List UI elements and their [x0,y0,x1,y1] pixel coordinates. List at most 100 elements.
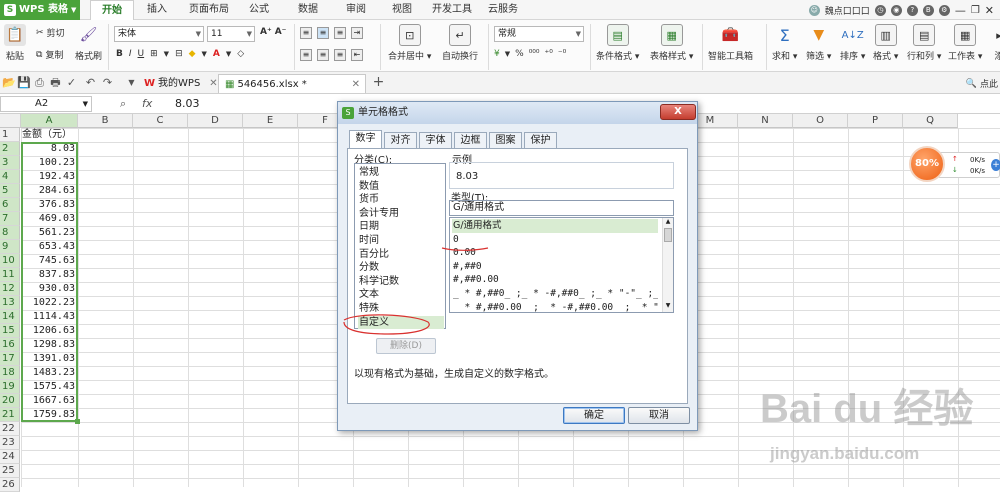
tab-developer[interactable]: 开发工具 [432,0,472,20]
new-tab-icon[interactable]: + [372,75,385,89]
print-icon[interactable]: 🖶 [49,76,62,89]
decrease-decimal-icon[interactable]: ⁻⁰ [558,49,566,59]
column-header-c[interactable]: C [133,114,188,128]
chevron-down-icon[interactable]: ▼ [505,50,510,58]
thousands-icon[interactable]: ⁰⁰⁰ [529,49,540,59]
tab-review[interactable]: 审阅 [346,0,366,20]
tab-page-layout[interactable]: 页面布局 [189,0,229,20]
row-header-22[interactable]: 22 [0,422,20,436]
column-header-d[interactable]: D [188,114,243,128]
table-cell[interactable]: 1575.43 [21,380,77,394]
memory-usage-ball[interactable]: 80% [909,146,945,182]
copy-button[interactable]: ⧉ 复制 [36,48,63,62]
table-cell[interactable]: 1206.63 [21,324,77,338]
table-cell[interactable]: 561.23 [21,226,77,240]
app-menu-button[interactable]: S WPS 表格 ▼ [0,0,80,20]
table-cell[interactable]: 1667.63 [21,394,77,408]
user-name[interactable]: 魏点口口口 [825,4,870,17]
doc-tab-my-wps[interactable]: W 我的WPS ✕ [138,74,224,93]
table-cell[interactable]: 284.63 [21,184,77,198]
sum-button[interactable]: Σ 求和 ▾ [772,24,797,63]
align-top-icon[interactable]: ≡ [300,27,312,39]
table-cell[interactable]: 1759.83 [21,408,77,422]
number-format-select[interactable]: 常规 ▼ [494,26,584,42]
table-cell[interactable]: 1114.43 [21,310,77,324]
close-tab-icon[interactable]: ✕ [352,75,360,94]
column-header-p[interactable]: P [848,114,903,128]
open-folder-icon[interactable]: 📂 [2,76,16,89]
avatar[interactable]: ☺ [808,4,820,16]
row-header-7[interactable]: 7 [0,212,20,226]
column-header-n[interactable]: N [738,114,793,128]
row-header-4[interactable]: 4 [0,170,20,184]
table-cell[interactable]: 930.03 [21,282,77,296]
chevron-down-icon[interactable]: ▼ [202,50,207,58]
table-cell[interactable]: 192.43 [21,170,77,184]
row-header-26[interactable]: 26 [0,478,20,492]
row-header-8[interactable]: 8 [0,226,20,240]
bold-icon[interactable]: B [116,49,123,59]
tab-data[interactable]: 数据 [298,0,318,20]
underline-icon[interactable]: U [138,49,145,59]
row-header-12[interactable]: 12 [0,282,20,296]
table-cell[interactable]: 837.83 [21,268,77,282]
chevron-down-icon[interactable]: ▼ [125,76,138,89]
row-header-11[interactable]: 11 [0,268,20,282]
row-header-19[interactable]: 19 [0,380,20,394]
clear-icon[interactable]: ◇ [237,49,244,59]
tab-view[interactable]: 视图 [392,0,412,20]
indent-icon[interactable]: ⇥ [351,27,363,39]
font-size-select[interactable]: 11 ▼ [207,26,255,42]
redo-icon[interactable]: ↷ [101,76,114,89]
percent-icon[interactable]: % [515,49,524,59]
tab-insert[interactable]: 插入 [147,0,167,20]
minimize-icon[interactable]: — [955,4,966,17]
format-button[interactable]: ▥ 格式 ▾ [873,24,898,62]
font-name-select[interactable]: 宋体 ▼ [114,26,204,42]
table-cell[interactable]: 1391.03 [21,352,77,366]
worksheet-button[interactable]: ▦ 工作表 ▾ [948,24,982,62]
row-header-14[interactable]: 14 [0,310,20,324]
row-header-23[interactable]: 23 [0,436,20,450]
column-header-a[interactable]: A [21,114,78,128]
currency-icon[interactable]: ¥ [494,49,500,59]
fx-button[interactable]: fx [142,97,152,110]
format-painter-button[interactable]: 🖌 格式刷 [75,24,102,62]
row-header-5[interactable]: 5 [0,184,20,198]
row-header-16[interactable]: 16 [0,338,20,352]
font-shrink-icon[interactable]: A⁻ [275,27,287,37]
fill-handle[interactable] [75,419,80,424]
table-style-button[interactable]: ▦ 表格样式 ▾ [650,24,693,62]
paste-button[interactable]: 📋 粘贴 [4,24,26,62]
fill-color-icon[interactable]: ◆ [189,49,196,59]
row-header-13[interactable]: 13 [0,296,20,310]
table-cell[interactable]: 1022.23 [21,296,77,310]
outdent-icon[interactable]: ⇤ [351,49,363,61]
row-header-3[interactable]: 3 [0,156,20,170]
row-header-24[interactable]: 24 [0,450,20,464]
column-header-q[interactable]: Q [903,114,958,128]
column-header-e[interactable]: E [243,114,298,128]
row-header-20[interactable]: 20 [0,394,20,408]
restore-icon[interactable]: ❐ [971,5,980,16]
name-box[interactable]: A2 ▼ [0,96,92,112]
sort-button[interactable]: A↓Z 排序 ▾ [840,24,865,63]
more-button[interactable]: ▸ 添 [988,24,1000,63]
merge-small-icon[interactable]: ⊟ [175,49,183,59]
skin-icon[interactable]: ◉ [890,4,902,16]
close-icon[interactable]: ✕ [985,4,994,17]
print-preview-icon[interactable]: ⎙ [33,76,46,89]
tab-home[interactable]: 开始 [90,0,134,20]
table-cell[interactable]: 100.23 [21,156,77,170]
merge-center-button[interactable]: ⊡ 合并居中 ▾ [388,24,431,62]
row-header-15[interactable]: 15 [0,324,20,338]
network-speed-widget[interactable]: ↑ 0K/s ↓ 0K/s + 80% [909,146,1000,184]
zoom-icon[interactable]: ⌕ [120,97,126,111]
tab-formula[interactable]: 公式 [249,0,269,20]
clock-icon[interactable]: ◷ [874,4,886,16]
align-left-icon[interactable]: ≡ [300,49,312,61]
row-header-2[interactable]: 2 [0,142,20,156]
table-cell[interactable]: 1483.23 [21,366,77,380]
row-header-17[interactable]: 17 [0,352,20,366]
font-grow-icon[interactable]: A⁺ [260,27,272,37]
